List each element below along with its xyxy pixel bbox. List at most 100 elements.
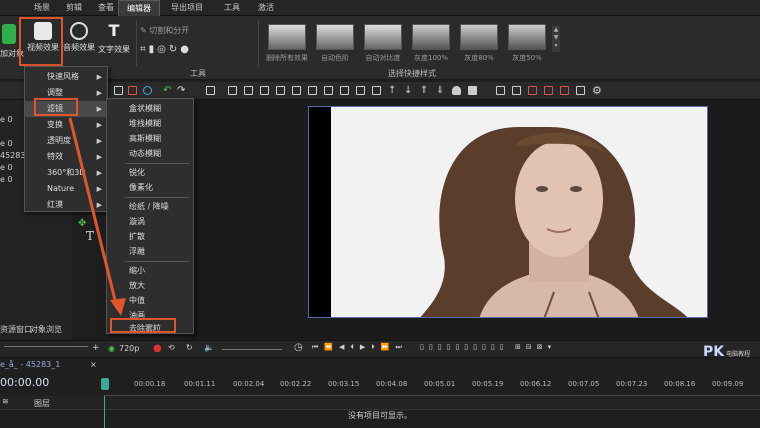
empty-timeline-message: 没有项目可显示。: [348, 411, 412, 420]
copy-icon[interactable]: [114, 86, 123, 95]
menu-item-360-3d[interactable]: 360°和3D ▶: [25, 165, 107, 181]
redo-icon[interactable]: ↷: [177, 86, 186, 96]
tab-export[interactable]: 导出项目: [162, 0, 212, 16]
filter-diffuse[interactable]: 扩散: [107, 229, 193, 245]
filter-box-blur[interactable]: 盒状模糊: [107, 101, 193, 117]
distribute-h-icon[interactable]: [340, 86, 349, 95]
tab-resources[interactable]: 资源窗口: [0, 324, 32, 335]
menu-item-quick-style[interactable]: 快速风格 ▶: [25, 69, 107, 85]
video-preview[interactable]: [308, 106, 708, 318]
filter-denoise[interactable]: 绘纸 / 降噪: [107, 199, 193, 215]
filter-swirl[interactable]: 漩涡: [107, 214, 193, 230]
style-thumb-gray-80[interactable]: [460, 24, 498, 50]
layer3-icon[interactable]: [528, 86, 537, 95]
zoom-controls[interactable]: ⊞⊟⊠▾: [515, 343, 556, 351]
panel-line: e 0: [0, 115, 13, 124]
filter-sharpen[interactable]: 锐化: [107, 165, 193, 181]
filter-emboss[interactable]: 浮雕: [107, 244, 193, 260]
filter-shrink[interactable]: 缩小: [107, 263, 193, 279]
circle-icon[interactable]: [143, 86, 152, 95]
arrow-down-icon[interactable]: ↓: [404, 86, 413, 96]
align-bottom-icon[interactable]: [308, 86, 317, 95]
playhead[interactable]: [101, 378, 109, 390]
menu-item-transparency[interactable]: 透明度 ▶: [25, 133, 107, 149]
undo-icon[interactable]: ↶: [163, 86, 172, 96]
layer-icon[interactable]: [496, 86, 505, 95]
style-thumb-auto-levels[interactable]: [316, 24, 354, 50]
record-icon[interactable]: ●: [153, 343, 162, 354]
filter-pixelate[interactable]: 像素化: [107, 180, 193, 196]
filter-motion-blur[interactable]: 动态模糊: [107, 146, 193, 162]
rotate-icon[interactable]: ↻: [169, 44, 180, 55]
menu-item-transform[interactable]: 变换 ▶: [25, 117, 107, 133]
distribute-v-icon[interactable]: [356, 86, 365, 95]
style-thumb-gray-50[interactable]: [508, 24, 546, 50]
text-effects-button[interactable]: T 文字效果: [96, 22, 132, 55]
tools-row: ⌗▮◎↻●: [140, 44, 192, 55]
add-object-button[interactable]: 添加对象: [0, 24, 24, 58]
shape-icon[interactable]: [452, 86, 461, 95]
style-thumb-gray-100[interactable]: [412, 24, 450, 50]
tab-activate[interactable]: 激活: [250, 0, 282, 16]
arrow-up-icon[interactable]: ↑: [388, 86, 397, 96]
loop-icon[interactable]: ⟲: [168, 343, 175, 352]
align-right-icon[interactable]: [260, 86, 269, 95]
move-top-icon[interactable]: ⇑: [420, 86, 429, 96]
move-icon[interactable]: ✥: [78, 218, 94, 229]
panel-line: e 0: [0, 175, 13, 184]
panel-line: e 0: [0, 139, 13, 148]
align-center-icon[interactable]: [244, 86, 253, 95]
styles-scroll[interactable]: ▲ ▼ ▾: [552, 26, 560, 52]
volume-slider[interactable]: [4, 346, 88, 347]
layer4-icon[interactable]: [544, 86, 553, 95]
menu-item-nature[interactable]: Nature ▶: [25, 181, 107, 197]
quality-select[interactable]: 720p: [119, 344, 139, 353]
tab-scene[interactable]: 场景: [26, 0, 58, 16]
marker-controls[interactable]: ▯▯▯▯▯▯▯▯▯▯: [420, 343, 509, 351]
tab-edit[interactable]: 剪辑: [58, 0, 90, 16]
audio-effects-button[interactable]: 音频效果: [62, 22, 96, 53]
filter-enlarge[interactable]: 放大: [107, 278, 193, 294]
text-tool-icon[interactable]: T: [86, 229, 94, 243]
menu-item-special-effects[interactable]: 特效 ▶: [25, 149, 107, 165]
delete-icon[interactable]: [128, 86, 137, 95]
time-ruler[interactable]: 00:00.18 00:01.11 00:02.04 00:02.22 00:0…: [101, 374, 760, 396]
tab-tools[interactable]: 工具: [216, 0, 248, 16]
tab-object-browser[interactable]: 对象浏览: [30, 324, 62, 335]
distribute-icon[interactable]: [324, 86, 333, 95]
filter-stack-blur[interactable]: 堆栈模糊: [107, 116, 193, 132]
clock-icon[interactable]: ◷: [294, 342, 303, 353]
speaker-icon[interactable]: 🔈: [204, 343, 214, 352]
crop-icon[interactable]: ⌗: [140, 44, 149, 55]
repeat-icon[interactable]: ↻: [186, 343, 193, 352]
color-icon[interactable]: ●: [180, 44, 192, 55]
tab-editor[interactable]: 编辑器: [118, 0, 160, 16]
tick-label: 00:07.23: [616, 380, 648, 388]
wave-icon[interactable]: ≋: [2, 397, 9, 406]
layer5-icon[interactable]: [560, 86, 569, 95]
align-icon[interactable]: [206, 86, 215, 95]
filter-gaussian-blur[interactable]: 高斯模糊: [107, 131, 193, 147]
gear-icon[interactable]: ⚙: [592, 85, 602, 96]
playback-controls[interactable]: ⏮⏪◀⏴▶⏵⏩⏭: [312, 343, 408, 352]
style-thumb-auto-contrast[interactable]: [364, 24, 402, 50]
close-icon[interactable]: ×: [90, 360, 97, 369]
layer6-icon[interactable]: [576, 86, 585, 95]
style-thumb-remove-all[interactable]: [268, 24, 306, 50]
shape2-icon[interactable]: [468, 86, 477, 95]
layer2-icon[interactable]: [512, 86, 521, 95]
align-top-icon[interactable]: [276, 86, 285, 95]
fit-icon[interactable]: [372, 86, 381, 95]
stabilize-icon[interactable]: ▮: [149, 44, 158, 55]
zoom-icon[interactable]: ◎: [157, 44, 169, 55]
split-button[interactable]: ✎ 切割和分开: [140, 25, 189, 36]
menu-item-desert[interactable]: 红漠 ▶: [25, 197, 107, 213]
audio-slider[interactable]: [222, 349, 282, 350]
filters-highlight: [34, 98, 78, 116]
align-left-icon[interactable]: [228, 86, 237, 95]
filter-median[interactable]: 中值: [107, 293, 193, 309]
align-middle-icon[interactable]: [292, 86, 301, 95]
plus-icon[interactable]: +: [92, 343, 100, 353]
clip-name[interactable]: e_å_ - 45283_1: [0, 360, 60, 369]
move-bottom-icon[interactable]: ⇓: [436, 86, 445, 96]
